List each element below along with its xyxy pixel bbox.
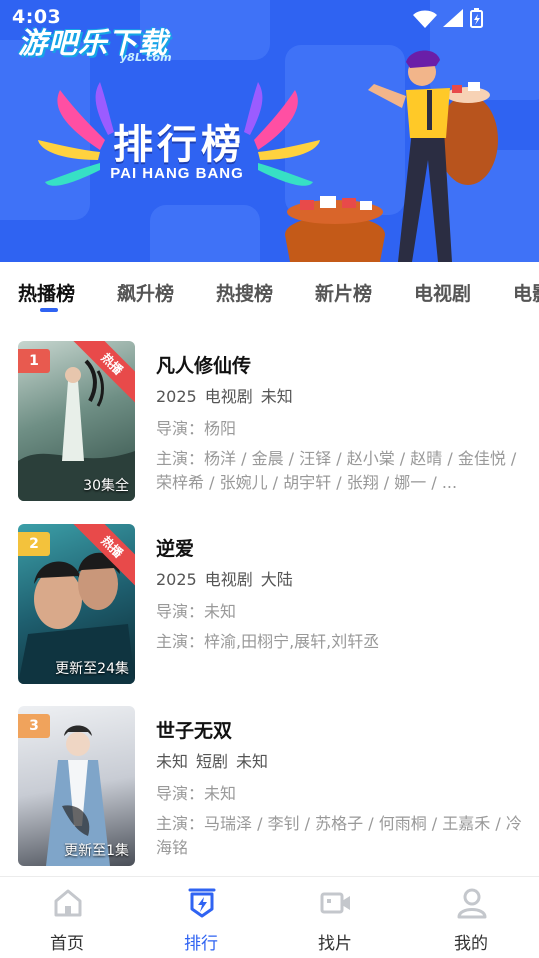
home-icon	[54, 889, 82, 917]
nav-ranking[interactable]: 排行	[156, 877, 246, 958]
status-time: 4:03	[12, 6, 62, 28]
watermark-domain: y8L.com	[120, 51, 172, 64]
item-title[interactable]: 世子无双	[156, 716, 232, 743]
item-cast: 主演：马瑞泽 / 李钊 / 苏格子 / 何雨桐 / 王嘉禾 / 冷海铭	[156, 814, 522, 857]
item-region: 未知	[260, 387, 293, 406]
rank-badge: 3	[18, 714, 50, 738]
item-cast: 主演：杨洋 / 金晨 / 汪铎 / 赵小棠 / 赵晴 / 金佳悦 / 荣梓希 /…	[156, 449, 517, 492]
item-meta: 2025 电视剧 未知	[156, 383, 301, 407]
item-director: 导演：未知	[156, 602, 237, 621]
battery-icon	[470, 8, 483, 28]
nav-label-ranking: 排行	[184, 934, 218, 954]
wifi-icon	[413, 10, 437, 28]
banner-subtitle: PAI HANG BANG	[110, 165, 244, 182]
ranking-banner: 排行榜 PAI HANG BANG 游吧乐下载 y8L.com 4:03	[0, 0, 539, 262]
item-title[interactable]: 逆爱	[156, 534, 194, 561]
item-region: 未知	[236, 752, 269, 771]
tab-rising[interactable]: 飙升榜	[117, 279, 174, 306]
item-meta: 未知 短剧 未知	[156, 748, 276, 772]
signal-icon	[443, 9, 463, 27]
item-year: 未知	[156, 752, 189, 771]
episode-status: 更新至24集	[55, 661, 129, 677]
poster-image[interactable]: 1 热播 30集全	[18, 341, 135, 501]
item-region: 大陆	[260, 570, 293, 589]
video-camera-icon	[320, 892, 350, 914]
tab-new-release[interactable]: 新片榜	[315, 279, 372, 306]
item-category: 短剧	[196, 752, 229, 771]
nav-label-find: 找片	[318, 934, 352, 954]
item-category: 电视剧	[204, 387, 253, 406]
active-tab-indicator	[40, 308, 58, 312]
nav-home[interactable]: 首页	[22, 877, 112, 958]
item-meta: 2025 电视剧 大陆	[156, 566, 301, 590]
banner-title: 排行榜	[113, 122, 245, 168]
list-item[interactable]: 1 热播 30集全 凡人修仙传 2025 电视剧 未知 导演：杨阳 主演：杨洋 / …	[0, 341, 539, 503]
episode-status: 更新至1集	[64, 843, 129, 859]
tab-movie[interactable]: 电影	[513, 279, 539, 306]
tab-hot-play[interactable]: 热播榜	[18, 279, 75, 306]
status-icons	[411, 7, 501, 33]
nav-label-profile: 我的	[454, 934, 488, 954]
item-title[interactable]: 凡人修仙传	[156, 351, 251, 378]
user-icon	[457, 888, 487, 919]
ranking-tabs: 热播榜 飙升榜 热搜榜 新片榜 电视剧 电影	[0, 262, 539, 318]
rank-badge: 1	[18, 349, 50, 373]
bottom-navigation: 首页 排行 找片 我的	[0, 876, 539, 958]
poster-image[interactable]: 3 更新至1集	[18, 706, 135, 866]
item-director: 导演：未知	[156, 784, 237, 803]
item-category: 电视剧	[204, 570, 253, 589]
item-year: 2025	[156, 387, 197, 406]
item-director: 导演：杨阳	[156, 419, 237, 438]
nav-find-movies[interactable]: 找片	[290, 877, 380, 958]
list-item[interactable]: 2 热播 更新至24集 逆爱 2025 电视剧 大陆 导演：未知 主演：梓渝,田栩宁…	[0, 524, 539, 686]
tab-tv-series[interactable]: 电视剧	[414, 279, 471, 306]
ranking-icon	[188, 888, 216, 918]
status-bar: 4:03	[0, 0, 539, 34]
poster-image[interactable]: 2 热播 更新至24集	[18, 524, 135, 684]
item-cast: 主演：梓渝,田栩宁,展轩,刘轩丞	[156, 632, 380, 651]
episode-status: 30集全	[83, 478, 129, 494]
list-item[interactable]: 3 更新至1集 世子无双 未知 短剧 未知 导演：未知 主演：马瑞泽 / 李钊 / …	[0, 706, 539, 868]
tab-hot-search[interactable]: 热搜榜	[216, 279, 273, 306]
item-year: 2025	[156, 570, 197, 589]
rank-badge: 2	[18, 532, 50, 556]
nav-label-home: 首页	[50, 934, 84, 954]
nav-profile[interactable]: 我的	[426, 877, 516, 958]
